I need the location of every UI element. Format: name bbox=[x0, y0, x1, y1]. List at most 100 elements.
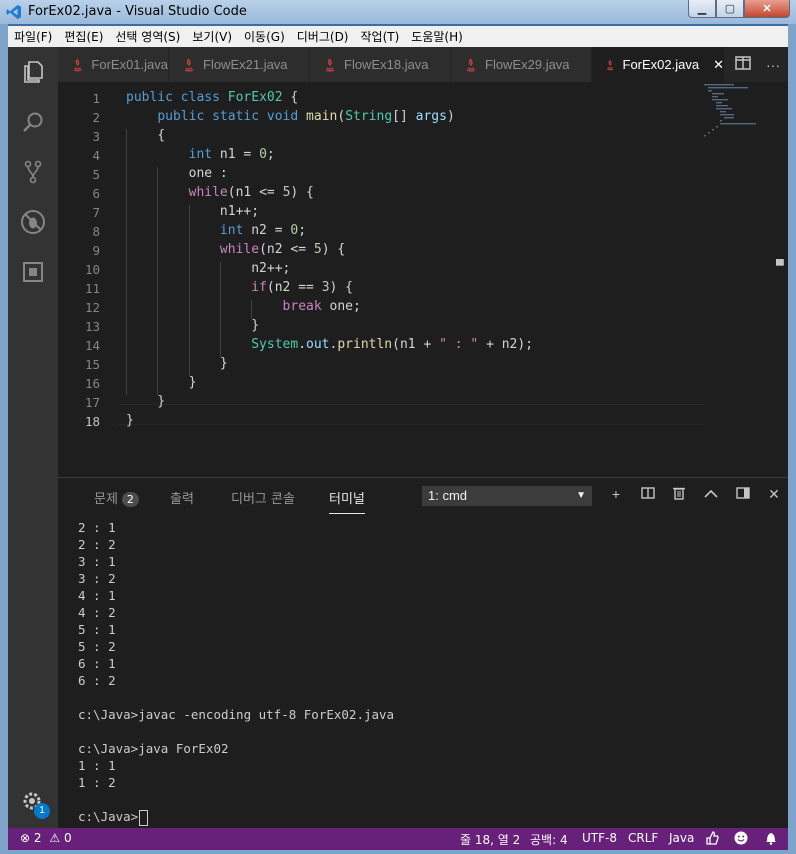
line-number: 6 bbox=[92, 186, 100, 201]
line-number: 5 bbox=[92, 167, 100, 182]
app-window: ForEx02.java - Visual Studio Code ▁ ▢ ✕ … bbox=[0, 0, 796, 854]
menu-debug[interactable]: 디버그(D) bbox=[291, 28, 355, 45]
terminal-line: 4 : 1 bbox=[78, 588, 116, 603]
tab-forex01[interactable]: ForEx01.java bbox=[58, 47, 169, 82]
problems-status[interactable]: ⊗ 2 ⚠ 0 bbox=[20, 831, 72, 845]
code-line: if(n2 == 3) { bbox=[251, 280, 353, 295]
line-number: 10 bbox=[84, 262, 100, 277]
terminal-line: c:\Java>java ForEx02 bbox=[78, 741, 229, 756]
menu-view[interactable]: 보기(V) bbox=[186, 28, 238, 45]
menu-selection[interactable]: 선택 영역(S) bbox=[109, 28, 186, 45]
close-panel-icon[interactable]: ✕ bbox=[763, 486, 785, 503]
tab-label: FlowEx18.java bbox=[344, 57, 429, 72]
code-line: } bbox=[126, 356, 228, 371]
code-line: int n2 = 0; bbox=[219, 223, 307, 238]
menu-help[interactable]: 도움말(H) bbox=[405, 28, 469, 45]
tab-problems[interactable]: 문제 2 bbox=[94, 488, 139, 507]
terminal-line: 1 : 2 bbox=[78, 775, 116, 790]
notifications-bell-icon[interactable] bbox=[764, 831, 778, 848]
tab-flowex29[interactable]: FlowEx29.java bbox=[451, 47, 592, 82]
chevron-up-icon[interactable] bbox=[700, 486, 722, 502]
menu-file[interactable]: 파일(F) bbox=[8, 28, 58, 45]
code-line: while(n2 <= 5) { bbox=[219, 242, 346, 257]
activity-bar: 1 bbox=[8, 47, 58, 828]
new-terminal-icon[interactable]: + bbox=[605, 486, 627, 502]
menu-go[interactable]: 이동(G) bbox=[238, 28, 291, 45]
tab-close-icon[interactable]: ✕ bbox=[713, 57, 724, 73]
editor-tabs: ForEx01.java FlowEx21.java FlowEx18.java… bbox=[58, 47, 788, 82]
warning-icon: ⚠ bbox=[49, 831, 61, 845]
tab-flowex21[interactable]: FlowEx21.java bbox=[169, 47, 310, 82]
bottom-panel: 문제 2 출력 디버그 콘솔 터미널 1: cmd ▼ + ✕ 2 : 1 2 : 2… bbox=[58, 477, 788, 829]
tab-label: ForEx02.java bbox=[622, 57, 700, 72]
scrollbar-marker[interactable]: ▀ bbox=[776, 260, 786, 272]
feedback-icon[interactable] bbox=[705, 831, 719, 848]
terminal-line: 2 : 2 bbox=[78, 537, 116, 552]
line-number: 12 bbox=[84, 300, 100, 315]
code-line: } bbox=[126, 413, 134, 428]
error-icon: ⊗ bbox=[20, 831, 31, 845]
terminal-output[interactable]: 2 : 1 2 : 2 3 : 1 3 : 2 4 : 1 4 : 2 5 : 1 5 : 2… bbox=[78, 520, 394, 826]
extensions-icon[interactable] bbox=[8, 247, 58, 297]
tab-debug-console[interactable]: 디버그 콘솔 bbox=[231, 488, 295, 507]
debug-icon[interactable] bbox=[8, 197, 58, 247]
settings-gear-icon[interactable]: 1 bbox=[8, 777, 58, 827]
maximize-button[interactable]: ▢ bbox=[716, 0, 744, 18]
java-file-icon bbox=[466, 58, 476, 72]
smiley-icon[interactable] bbox=[734, 831, 748, 848]
line-number: 3 bbox=[92, 129, 100, 144]
line-ending[interactable]: CRLF bbox=[628, 831, 658, 845]
line-number: 14 bbox=[84, 338, 100, 353]
tab-label: FlowEx21.java bbox=[203, 57, 288, 72]
close-window-button[interactable]: ✕ bbox=[744, 0, 790, 18]
problems-label: 문제 bbox=[94, 492, 118, 507]
menu-bar: 파일(F) 편집(E) 선택 영역(S) 보기(V) 이동(G) 디버그(D) … bbox=[8, 26, 788, 47]
split-terminal-icon[interactable] bbox=[637, 486, 659, 502]
terminal-line: c:\Java>javac -encoding utf-8 ForEx02.ja… bbox=[78, 707, 395, 722]
split-editor-icon[interactable] bbox=[728, 56, 758, 73]
line-number: 4 bbox=[92, 148, 100, 163]
tab-output[interactable]: 출력 bbox=[170, 488, 194, 507]
code-line: break one; bbox=[282, 299, 361, 314]
terminal-line: 3 : 1 bbox=[78, 554, 116, 569]
java-file-icon bbox=[325, 58, 335, 72]
terminal-prompt: c:\Java> bbox=[78, 809, 139, 824]
language-mode[interactable]: Java bbox=[669, 831, 694, 845]
code-line: } bbox=[126, 375, 197, 390]
indentation[interactable]: 공백: 4 bbox=[530, 831, 568, 848]
terminal-select[interactable]: 1: cmd ▼ bbox=[422, 486, 592, 506]
cursor-position[interactable]: 줄 18, 열 2 bbox=[460, 831, 520, 848]
workbench: 1 ForEx01.java FlowEx21.java FlowEx18.ja… bbox=[8, 47, 788, 829]
minimap[interactable] bbox=[704, 82, 774, 477]
tab-terminal[interactable]: 터미널 bbox=[329, 488, 365, 514]
code-line: n1++; bbox=[126, 204, 260, 219]
code-line: } bbox=[126, 318, 260, 333]
terminal-line: 5 : 2 bbox=[78, 639, 116, 654]
menu-tasks[interactable]: 작업(T) bbox=[355, 28, 406, 45]
tab-label: ForEx01.java bbox=[91, 57, 168, 72]
source-control-icon[interactable] bbox=[8, 147, 58, 197]
search-icon[interactable] bbox=[8, 97, 58, 147]
code-editor[interactable]: 1 2 3 4 5 6 7 8 9 10 11 12 13 14 15 16 17 18 public class… bbox=[58, 82, 788, 477]
warning-count: 0 bbox=[63, 831, 72, 845]
trash-icon[interactable] bbox=[668, 486, 690, 503]
terminal-line: 3 : 2 bbox=[78, 571, 116, 586]
problems-count-badge: 2 bbox=[121, 492, 139, 507]
more-actions-icon[interactable]: ··· bbox=[758, 57, 788, 73]
encoding[interactable]: UTF-8 bbox=[582, 831, 617, 845]
tab-forex02[interactable]: ForEx02.java ✕ bbox=[592, 47, 725, 82]
explorer-icon[interactable] bbox=[8, 47, 58, 97]
vscode-logo-icon bbox=[6, 5, 21, 19]
line-number: 13 bbox=[84, 319, 100, 334]
line-number: 18 bbox=[84, 414, 100, 429]
menu-edit[interactable]: 편집(E) bbox=[58, 28, 109, 45]
title-bar: ForEx02.java - Visual Studio Code ▁ ▢ ✕ bbox=[0, 0, 796, 24]
toggle-panel-position-icon[interactable] bbox=[732, 486, 754, 502]
line-number: 7 bbox=[92, 205, 100, 220]
tab-flowex18[interactable]: FlowEx18.java bbox=[310, 47, 451, 82]
settings-badge: 1 bbox=[34, 803, 50, 819]
minimize-button[interactable]: ▁ bbox=[688, 0, 716, 18]
